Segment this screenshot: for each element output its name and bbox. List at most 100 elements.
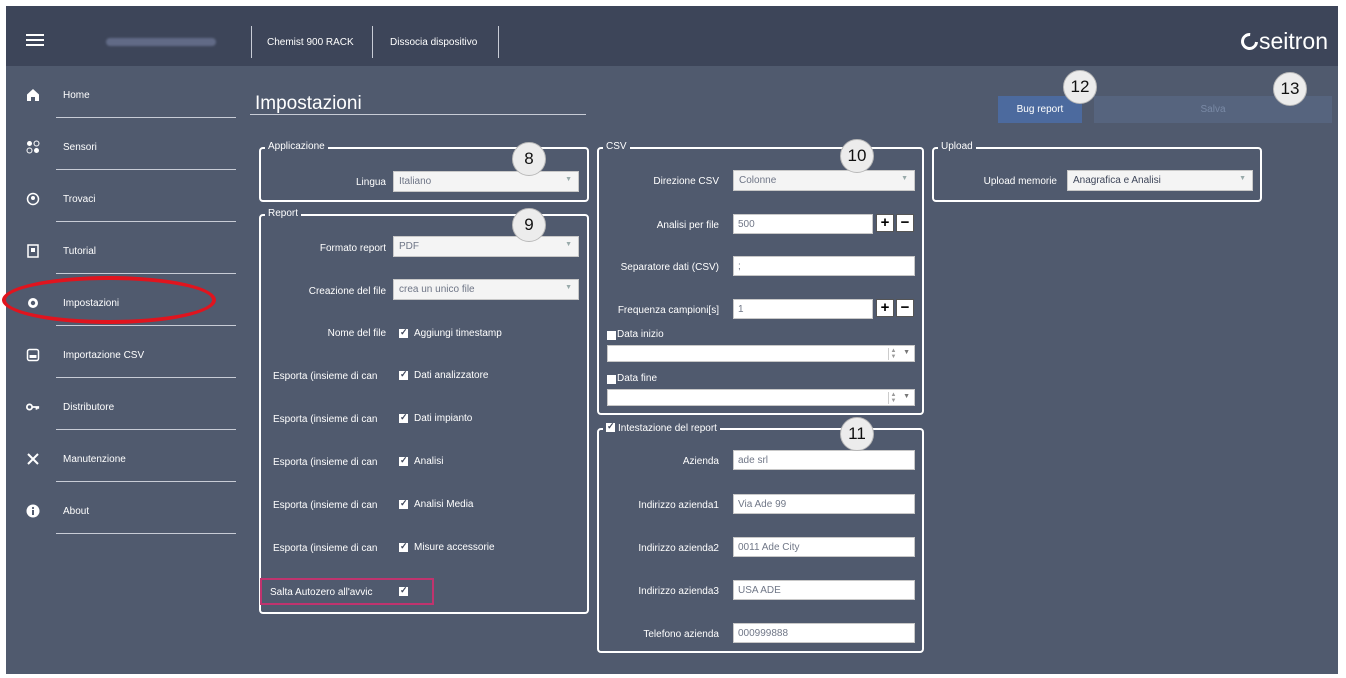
frequenza-label: Frequenza campioni[s] bbox=[617, 305, 719, 316]
upload-memorie-select[interactable]: Anagrafica e Analisi ▼ bbox=[1067, 170, 1253, 191]
group-legend: Report bbox=[265, 208, 302, 219]
tutorial-book-icon bbox=[26, 244, 40, 258]
sidebar-item-distributore[interactable]: Distributore bbox=[6, 378, 236, 430]
analisi-per-file-input[interactable]: 500 bbox=[733, 214, 873, 234]
azienda-label: Azienda bbox=[682, 456, 719, 467]
minus-button[interactable]: − bbox=[896, 214, 914, 232]
frequenza-input[interactable]: 1 bbox=[733, 299, 873, 319]
data-fine-checkbox[interactable] bbox=[607, 375, 616, 384]
group-legend: Applicazione bbox=[265, 141, 328, 152]
callout-badge-8: 8 bbox=[512, 142, 546, 176]
sidebar-item-sensori[interactable]: Sensori bbox=[6, 118, 236, 170]
analisi-per-file-label: Analisi per file bbox=[656, 220, 719, 231]
intestazione-checkbox[interactable] bbox=[606, 421, 615, 432]
page-title: Impostazioni bbox=[255, 93, 362, 114]
chevron-down-icon: ▼ bbox=[1239, 175, 1246, 182]
divider bbox=[372, 26, 373, 58]
callout-badge-9: 9 bbox=[512, 208, 546, 242]
info-icon bbox=[26, 504, 40, 518]
sidebar-item-tutorial[interactable]: Tutorial bbox=[6, 222, 236, 274]
azienda-input[interactable]: ade srl bbox=[733, 450, 915, 470]
sidebar-item-label: Distributore bbox=[63, 402, 115, 413]
upload-value: Anagrafica e Analisi bbox=[1073, 175, 1161, 186]
aggiungi-timestamp-checkbox[interactable] bbox=[399, 327, 408, 338]
plus-button[interactable]: + bbox=[876, 214, 894, 232]
creazione-value: crea un unico file bbox=[399, 284, 475, 295]
top-bar: Chemist 900 RACK Dissocia dispositivo se… bbox=[6, 6, 1338, 66]
direzione-csv-select[interactable]: Colonne ▼ bbox=[733, 170, 915, 191]
dati-analizzatore-checkbox[interactable] bbox=[399, 369, 408, 380]
data-inizio-label: Data inizio bbox=[617, 329, 664, 340]
data-inizio-picker[interactable]: ▲ ▼ ▼ bbox=[607, 345, 915, 362]
tools-icon bbox=[26, 452, 40, 466]
sidebar-item-label: Manutenzione bbox=[63, 454, 126, 465]
indirizzo3-label: Indirizzo azienda3 bbox=[638, 586, 719, 597]
analisi-label: Analisi bbox=[414, 456, 444, 467]
spinner-icon[interactable]: ▲ ▼ bbox=[888, 348, 898, 360]
misure-accessorie-checkbox[interactable] bbox=[399, 541, 408, 552]
esporta-label: Esporta (insieme di can bbox=[273, 371, 378, 382]
callout-badge-10: 10 bbox=[840, 139, 874, 173]
spinner-icon[interactable]: ▲ ▼ bbox=[888, 392, 898, 404]
separatore-label: Separatore dati (CSV) bbox=[620, 262, 719, 273]
sidebar-item-label: Trovaci bbox=[63, 194, 96, 205]
analisi-checkbox[interactable] bbox=[399, 455, 408, 466]
data-fine-picker[interactable]: ▲ ▼ ▼ bbox=[607, 389, 915, 406]
divider bbox=[251, 26, 252, 58]
telefono-label: Telefono azienda bbox=[643, 629, 719, 640]
lingua-select[interactable]: Italiano ▼ bbox=[393, 171, 579, 192]
location-pin-icon bbox=[26, 192, 40, 206]
esporta-label: Esporta (insieme di can bbox=[273, 500, 378, 511]
indirizzo2-label: Indirizzo azienda2 bbox=[638, 543, 719, 554]
direzione-value: Colonne bbox=[739, 175, 777, 186]
analisi-media-label: Analisi Media bbox=[414, 499, 474, 510]
dati-impianto-checkbox[interactable] bbox=[399, 412, 408, 423]
chevron-down-icon[interactable]: ▼ bbox=[903, 393, 910, 400]
formato-value: PDF bbox=[399, 241, 419, 252]
data-inizio-checkbox[interactable] bbox=[607, 331, 616, 340]
dati-analizzatore-label: Dati analizzatore bbox=[414, 370, 489, 381]
indirizzo1-label: Indirizzo azienda1 bbox=[638, 500, 719, 511]
esporta-label: Esporta (insieme di can bbox=[273, 457, 378, 468]
chevron-down-icon[interactable]: ▼ bbox=[903, 349, 910, 356]
csv-file-icon bbox=[26, 348, 40, 362]
sidebar-item-label: Sensori bbox=[63, 142, 97, 153]
device-name[interactable]: Chemist 900 RACK bbox=[267, 37, 354, 48]
sidebar-item-label: Tutorial bbox=[63, 246, 96, 257]
chevron-down-icon: ▼ bbox=[901, 175, 908, 182]
sidebar-item-trovaci[interactable]: Trovaci bbox=[6, 170, 236, 222]
sidebar-item-importazione-csv[interactable]: Importazione CSV bbox=[6, 326, 236, 378]
chevron-down-icon: ▼ bbox=[565, 176, 572, 183]
callout-badge-12: 12 bbox=[1063, 70, 1097, 104]
data-fine-label: Data fine bbox=[617, 373, 658, 384]
logo-text: seitron bbox=[1258, 28, 1328, 54]
formato-report-select[interactable]: PDF ▼ bbox=[393, 236, 579, 257]
highlight-ellipse bbox=[2, 276, 216, 324]
group-legend: Intestazione del report bbox=[603, 421, 720, 434]
key-icon bbox=[26, 400, 40, 414]
home-icon bbox=[26, 88, 40, 102]
indirizzo2-input[interactable]: 0011 Ade City bbox=[733, 537, 915, 557]
salta-autozero-checkbox[interactable] bbox=[399, 585, 408, 596]
sidebar-item-manutenzione[interactable]: Manutenzione bbox=[6, 430, 236, 482]
sidebar-item-about[interactable]: About bbox=[6, 482, 236, 534]
telefono-input[interactable]: 000999888 bbox=[733, 623, 915, 643]
esporta-label: Esporta (insieme di can bbox=[273, 414, 378, 425]
lingua-label: Lingua bbox=[355, 177, 386, 188]
lingua-value: Italiano bbox=[399, 176, 432, 187]
hamburger-menu-icon[interactable] bbox=[26, 34, 44, 46]
sidebar-item-label: Importazione CSV bbox=[63, 350, 145, 361]
analisi-media-checkbox[interactable] bbox=[399, 498, 408, 509]
creazione-file-select[interactable]: crea un unico file ▼ bbox=[393, 279, 579, 300]
callout-badge-13: 13 bbox=[1273, 72, 1307, 106]
dissocia-dispositivo-link[interactable]: Dissocia dispositivo bbox=[390, 37, 477, 48]
salta-autozero-label: Salta Autozero all'avvic bbox=[270, 587, 373, 598]
plus-button[interactable]: + bbox=[876, 299, 894, 317]
minus-button[interactable]: − bbox=[896, 299, 914, 317]
sidebar-item-home[interactable]: Home bbox=[6, 66, 236, 118]
account-email-blurred bbox=[106, 38, 216, 46]
misure-accessorie-label: Misure accessorie bbox=[414, 542, 495, 553]
indirizzo1-input[interactable]: Via Ade 99 bbox=[733, 494, 915, 514]
indirizzo3-input[interactable]: USA ADE bbox=[733, 580, 915, 600]
separatore-input[interactable]: ; bbox=[733, 256, 915, 276]
